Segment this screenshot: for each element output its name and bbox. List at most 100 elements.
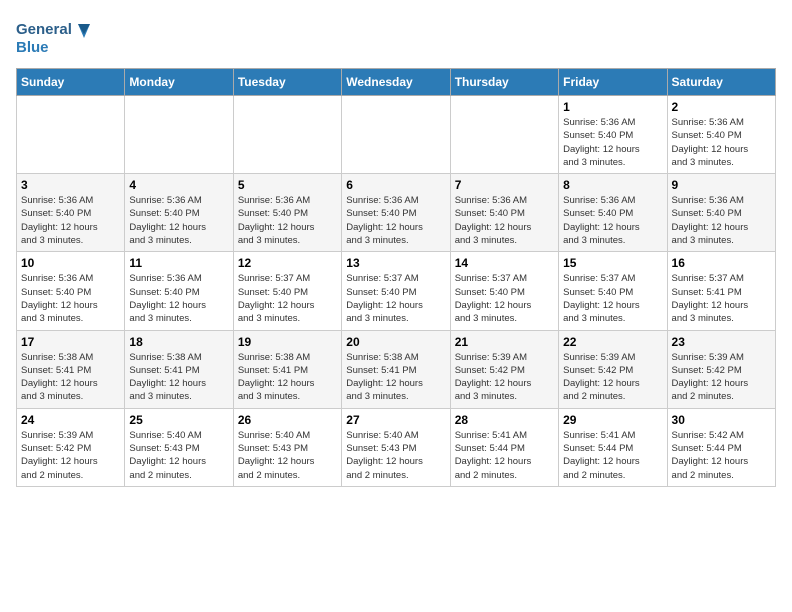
calendar-cell: 12 Sunrise: 5:37 AM Sunset: 5:40 PM Dayli…: [233, 252, 341, 330]
calendar-cell: 22 Sunrise: 5:39 AM Sunset: 5:42 PM Dayli…: [559, 330, 667, 408]
calendar-cell: 11 Sunrise: 5:36 AM Sunset: 5:40 PM Dayli…: [125, 252, 233, 330]
header-cell-saturday: Saturday: [667, 69, 775, 96]
calendar-cell: 7 Sunrise: 5:36 AM Sunset: 5:40 PM Daylig…: [450, 174, 558, 252]
day-number: 6: [346, 178, 445, 192]
header-cell-monday: Monday: [125, 69, 233, 96]
day-info: Sunrise: 5:40 AM Sunset: 5:43 PM Dayligh…: [238, 429, 337, 482]
day-number: 11: [129, 256, 228, 270]
calendar-cell: [342, 96, 450, 174]
day-number: 17: [21, 335, 120, 349]
day-number: 26: [238, 413, 337, 427]
day-info: Sunrise: 5:36 AM Sunset: 5:40 PM Dayligh…: [346, 194, 445, 247]
day-number: 22: [563, 335, 662, 349]
day-info: Sunrise: 5:39 AM Sunset: 5:42 PM Dayligh…: [672, 351, 771, 404]
day-number: 16: [672, 256, 771, 270]
day-info: Sunrise: 5:39 AM Sunset: 5:42 PM Dayligh…: [455, 351, 554, 404]
day-number: 29: [563, 413, 662, 427]
calendar-week-3: 10 Sunrise: 5:36 AM Sunset: 5:40 PM Dayli…: [17, 252, 776, 330]
calendar-cell: 8 Sunrise: 5:36 AM Sunset: 5:40 PM Daylig…: [559, 174, 667, 252]
day-number: 28: [455, 413, 554, 427]
header-cell-friday: Friday: [559, 69, 667, 96]
calendar-table: SundayMondayTuesdayWednesdayThursdayFrid…: [16, 68, 776, 487]
day-number: 7: [455, 178, 554, 192]
logo: GeneralBlue: [16, 16, 96, 60]
day-info: Sunrise: 5:41 AM Sunset: 5:44 PM Dayligh…: [563, 429, 662, 482]
calendar-cell: 5 Sunrise: 5:36 AM Sunset: 5:40 PM Daylig…: [233, 174, 341, 252]
calendar-cell: 24 Sunrise: 5:39 AM Sunset: 5:42 PM Dayli…: [17, 408, 125, 486]
day-info: Sunrise: 5:36 AM Sunset: 5:40 PM Dayligh…: [563, 194, 662, 247]
day-info: Sunrise: 5:37 AM Sunset: 5:40 PM Dayligh…: [563, 272, 662, 325]
calendar-week-1: 1 Sunrise: 5:36 AM Sunset: 5:40 PM Daylig…: [17, 96, 776, 174]
day-info: Sunrise: 5:38 AM Sunset: 5:41 PM Dayligh…: [129, 351, 228, 404]
day-info: Sunrise: 5:36 AM Sunset: 5:40 PM Dayligh…: [563, 116, 662, 169]
day-number: 1: [563, 100, 662, 114]
calendar-cell: 25Sunrise: 5:40 AM Sunset: 5:43 PM Dayli…: [125, 408, 233, 486]
calendar-cell: 28 Sunrise: 5:41 AM Sunset: 5:44 PM Dayli…: [450, 408, 558, 486]
day-info: Sunrise: 5:42 AM Sunset: 5:44 PM Dayligh…: [672, 429, 771, 482]
calendar-cell: 19 Sunrise: 5:38 AM Sunset: 5:41 PM Dayli…: [233, 330, 341, 408]
day-number: 9: [672, 178, 771, 192]
calendar-cell: 18 Sunrise: 5:38 AM Sunset: 5:41 PM Dayli…: [125, 330, 233, 408]
calendar-cell: 1 Sunrise: 5:36 AM Sunset: 5:40 PM Daylig…: [559, 96, 667, 174]
day-info: Sunrise: 5:39 AM Sunset: 5:42 PM Dayligh…: [21, 429, 120, 482]
day-info: Sunrise: 5:40 AM Sunset: 5:43 PM Dayligh…: [346, 429, 445, 482]
day-number: 2: [672, 100, 771, 114]
day-number: 19: [238, 335, 337, 349]
calendar-cell: 14 Sunrise: 5:37 AM Sunset: 5:40 PM Dayli…: [450, 252, 558, 330]
calendar-cell: 29 Sunrise: 5:41 AM Sunset: 5:44 PM Dayli…: [559, 408, 667, 486]
calendar-cell: 21 Sunrise: 5:39 AM Sunset: 5:42 PM Dayli…: [450, 330, 558, 408]
day-number: 13: [346, 256, 445, 270]
day-info: Sunrise: 5:36 AM Sunset: 5:40 PM Dayligh…: [129, 194, 228, 247]
day-info: Sunrise: 5:36 AM Sunset: 5:40 PM Dayligh…: [21, 272, 120, 325]
day-number: 24: [21, 413, 120, 427]
day-info: Sunrise: 5:36 AM Sunset: 5:40 PM Dayligh…: [672, 194, 771, 247]
day-number: 8: [563, 178, 662, 192]
svg-text:General: General: [16, 21, 72, 38]
calendar-cell: 13 Sunrise: 5:37 AM Sunset: 5:40 PM Dayli…: [342, 252, 450, 330]
calendar-cell: 4 Sunrise: 5:36 AM Sunset: 5:40 PM Daylig…: [125, 174, 233, 252]
calendar-cell: 16Sunrise: 5:37 AM Sunset: 5:41 PM Dayli…: [667, 252, 775, 330]
day-number: 4: [129, 178, 228, 192]
calendar-week-4: 17 Sunrise: 5:38 AM Sunset: 5:41 PM Dayli…: [17, 330, 776, 408]
day-number: 18: [129, 335, 228, 349]
calendar-cell: [125, 96, 233, 174]
calendar-week-5: 24 Sunrise: 5:39 AM Sunset: 5:42 PM Dayli…: [17, 408, 776, 486]
calendar-cell: 30Sunrise: 5:42 AM Sunset: 5:44 PM Dayli…: [667, 408, 775, 486]
day-number: 14: [455, 256, 554, 270]
day-number: 10: [21, 256, 120, 270]
day-info: Sunrise: 5:37 AM Sunset: 5:40 PM Dayligh…: [455, 272, 554, 325]
calendar-cell: 2 Sunrise: 5:36 AM Sunset: 5:40 PM Daylig…: [667, 96, 775, 174]
calendar-cell: 6 Sunrise: 5:36 AM Sunset: 5:40 PM Daylig…: [342, 174, 450, 252]
calendar-header-row: SundayMondayTuesdayWednesdayThursdayFrid…: [17, 69, 776, 96]
day-info: Sunrise: 5:36 AM Sunset: 5:40 PM Dayligh…: [238, 194, 337, 247]
day-number: 20: [346, 335, 445, 349]
day-number: 12: [238, 256, 337, 270]
calendar-cell: 26 Sunrise: 5:40 AM Sunset: 5:43 PM Dayli…: [233, 408, 341, 486]
day-info: Sunrise: 5:36 AM Sunset: 5:40 PM Dayligh…: [672, 116, 771, 169]
calendar-cell: 20 Sunrise: 5:38 AM Sunset: 5:41 PM Dayli…: [342, 330, 450, 408]
day-number: 15: [563, 256, 662, 270]
logo-display: GeneralBlue: [16, 16, 96, 60]
day-info: Sunrise: 5:41 AM Sunset: 5:44 PM Dayligh…: [455, 429, 554, 482]
day-info: Sunrise: 5:38 AM Sunset: 5:41 PM Dayligh…: [21, 351, 120, 404]
day-number: 21: [455, 335, 554, 349]
day-number: 23: [672, 335, 771, 349]
calendar-cell: 15 Sunrise: 5:37 AM Sunset: 5:40 PM Dayli…: [559, 252, 667, 330]
header-cell-thursday: Thursday: [450, 69, 558, 96]
day-info: Sunrise: 5:37 AM Sunset: 5:40 PM Dayligh…: [346, 272, 445, 325]
day-info: Sunrise: 5:36 AM Sunset: 5:40 PM Dayligh…: [129, 272, 228, 325]
calendar-cell: [233, 96, 341, 174]
header-cell-tuesday: Tuesday: [233, 69, 341, 96]
day-number: 5: [238, 178, 337, 192]
day-info: Sunrise: 5:38 AM Sunset: 5:41 PM Dayligh…: [346, 351, 445, 404]
day-info: Sunrise: 5:36 AM Sunset: 5:40 PM Dayligh…: [455, 194, 554, 247]
calendar-cell: 9 Sunrise: 5:36 AM Sunset: 5:40 PM Daylig…: [667, 174, 775, 252]
calendar-cell: [17, 96, 125, 174]
header: GeneralBlue: [16, 16, 776, 60]
header-cell-wednesday: Wednesday: [342, 69, 450, 96]
day-info: Sunrise: 5:39 AM Sunset: 5:42 PM Dayligh…: [563, 351, 662, 404]
calendar-cell: 17 Sunrise: 5:38 AM Sunset: 5:41 PM Dayli…: [17, 330, 125, 408]
day-info: Sunrise: 5:38 AM Sunset: 5:41 PM Dayligh…: [238, 351, 337, 404]
header-cell-sunday: Sunday: [17, 69, 125, 96]
day-info: Sunrise: 5:37 AM Sunset: 5:40 PM Dayligh…: [238, 272, 337, 325]
